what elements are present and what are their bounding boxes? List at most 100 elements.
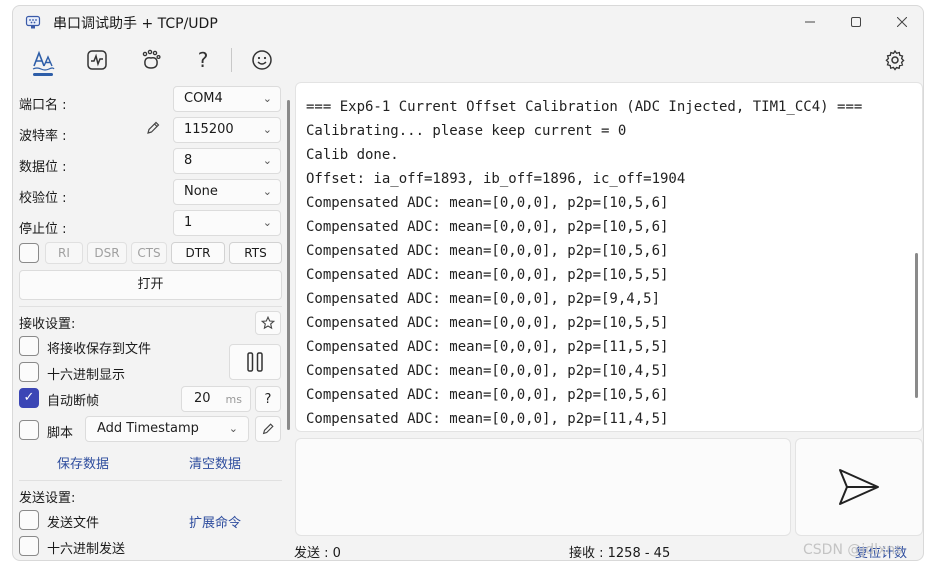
ri-indicator: RI bbox=[45, 242, 83, 264]
pin-checkbox[interactable] bbox=[19, 243, 39, 263]
parity-value: None bbox=[184, 184, 218, 199]
emoji-button[interactable] bbox=[244, 42, 280, 78]
parity-select[interactable]: None ⌄ bbox=[173, 179, 281, 205]
send-file-label: 发送文件 bbox=[47, 516, 100, 531]
port-label: 端口名 : bbox=[19, 98, 67, 113]
hex-send-label: 十六进制发送 bbox=[47, 542, 126, 557]
rts-button[interactable]: RTS bbox=[229, 242, 282, 264]
receive-line: === Exp6-1 Current Offset Calibration (A… bbox=[306, 99, 863, 115]
pause-icon bbox=[247, 352, 263, 372]
receive-line: Calib done. bbox=[306, 147, 399, 163]
hex-display-label: 十六进制显示 bbox=[47, 368, 126, 383]
send-icon bbox=[839, 469, 879, 505]
port-value: COM4 bbox=[184, 91, 223, 106]
chevron-down-icon: ⌄ bbox=[262, 92, 272, 105]
baud-value: 115200 bbox=[184, 122, 234, 137]
receive-scrollbar[interactable] bbox=[915, 253, 918, 398]
active-tab-indicator bbox=[33, 73, 53, 76]
parity-label: 校验位 : bbox=[19, 191, 67, 206]
window-title: 串口调试助手 + TCP/UDP bbox=[53, 16, 218, 32]
star-icon bbox=[261, 316, 275, 330]
frame-unit: ms bbox=[225, 393, 242, 406]
edit-pen-icon bbox=[262, 423, 274, 435]
receive-output[interactable]: === Exp6-1 Current Offset Calibration (A… bbox=[295, 82, 923, 432]
stopbits-select[interactable]: 1 ⌄ bbox=[173, 210, 281, 236]
smiley-icon bbox=[252, 50, 272, 70]
frame-help-button[interactable]: ? bbox=[255, 386, 281, 412]
chevron-down-icon: ⌄ bbox=[262, 216, 272, 229]
extend-command-link[interactable]: 扩展命令 bbox=[189, 512, 241, 531]
frame-timeout-value: 20 bbox=[194, 391, 211, 406]
save-to-file-checkbox[interactable] bbox=[19, 336, 39, 356]
hex-send-checkbox[interactable] bbox=[19, 536, 39, 556]
edit-pen-icon[interactable] bbox=[145, 120, 161, 136]
frame-timeout-input[interactable]: 20 ms bbox=[181, 386, 251, 412]
help-button[interactable]: ? bbox=[185, 42, 221, 78]
script-label: 脚本 bbox=[47, 426, 74, 441]
send-input[interactable] bbox=[295, 438, 791, 536]
toolbar: ? bbox=[13, 38, 923, 80]
title-bar: 串口调试助手 + TCP/UDP bbox=[13, 6, 923, 38]
receive-text: === Exp6-1 Current Offset Calibration (A… bbox=[306, 95, 862, 431]
settings-panel: 端口名 : COM4 ⌄ 波特率 : 115200 ⌄ 数据位 : 8 ⌄ 校验… bbox=[13, 80, 286, 560]
receive-line: Compensated ADC: mean=[0,0,0], p2p=[10,5… bbox=[306, 195, 669, 211]
close-icon bbox=[897, 17, 907, 27]
receive-line: Compensated ADC: mean=[0,0,0], p2p=[11,4… bbox=[306, 411, 669, 427]
receive-line: Compensated ADC: mean=[0,0,0], p2p=[10,5… bbox=[306, 219, 669, 235]
receive-line: Compensated ADC: mean=[0,0,0], p2p=[11,5… bbox=[306, 339, 669, 355]
receive-line: Compensated ADC: mean=[0,0,0], p2p=[10,5… bbox=[306, 267, 669, 283]
hex-display-checkbox[interactable] bbox=[19, 362, 39, 382]
stopbits-value: 1 bbox=[184, 215, 193, 230]
left-panel-scrollbar[interactable] bbox=[287, 100, 290, 430]
dsr-indicator: DSR bbox=[87, 242, 127, 264]
save-to-file-label: 将接收保存到文件 bbox=[47, 342, 152, 357]
databits-label: 数据位 : bbox=[19, 160, 67, 175]
auto-frame-checkbox[interactable]: ✓ bbox=[19, 388, 39, 408]
maximize-button[interactable] bbox=[833, 6, 879, 38]
baud-select[interactable]: 115200 ⌄ bbox=[173, 117, 281, 143]
clear-data-link[interactable]: 清空数据 bbox=[189, 453, 241, 472]
received-count: 接收 : 1258 - 45 bbox=[569, 546, 671, 561]
receive-settings-title: 接收设置: bbox=[19, 317, 76, 332]
save-data-link[interactable]: 保存数据 bbox=[57, 453, 109, 472]
script-checkbox[interactable] bbox=[19, 420, 39, 440]
databits-select[interactable]: 8 ⌄ bbox=[173, 148, 281, 174]
script-value: Add Timestamp bbox=[97, 421, 199, 436]
chevron-down-icon: ⌄ bbox=[262, 185, 272, 198]
settings-button[interactable] bbox=[877, 42, 913, 78]
baud-label: 波特率 : bbox=[19, 129, 67, 144]
help-icon: ? bbox=[197, 48, 209, 72]
maximize-icon bbox=[851, 17, 861, 27]
script-edit-button[interactable] bbox=[255, 416, 281, 442]
receive-line: Compensated ADC: mean=[0,0,0], p2p=[10,4… bbox=[306, 363, 669, 379]
divider bbox=[19, 306, 282, 307]
close-button[interactable] bbox=[879, 6, 923, 38]
waveform-button[interactable] bbox=[79, 42, 115, 78]
send-settings-title: 发送设置: bbox=[19, 491, 76, 506]
font-icon bbox=[32, 50, 55, 71]
divider bbox=[19, 480, 282, 481]
receive-line: Compensated ADC: mean=[0,0,0], p2p=[10,5… bbox=[306, 315, 669, 331]
databits-value: 8 bbox=[184, 153, 193, 168]
minimize-icon bbox=[805, 21, 815, 23]
dtr-button[interactable]: DTR bbox=[171, 242, 225, 264]
send-button[interactable] bbox=[795, 438, 923, 536]
cts-indicator: CTS bbox=[131, 242, 167, 264]
minimize-button[interactable] bbox=[787, 6, 833, 38]
toolbar-divider bbox=[231, 48, 232, 72]
receive-line: Offset: ia_off=1893, ib_off=1896, ic_off… bbox=[306, 171, 686, 187]
gear-icon bbox=[885, 49, 905, 71]
script-select[interactable]: Add Timestamp ⌄ bbox=[85, 416, 249, 442]
plugin-button[interactable] bbox=[133, 42, 169, 78]
port-select[interactable]: COM4 ⌄ bbox=[173, 86, 281, 112]
chevron-down-icon: ⌄ bbox=[262, 123, 272, 136]
serial-port-icon bbox=[25, 15, 41, 29]
app-window: 串口调试助手 + TCP/UDP ? 端口名: COM4 ⌄ 波特率: 11… bbox=[12, 5, 924, 561]
chevron-down-icon: ⌄ bbox=[228, 422, 238, 435]
open-port-button[interactable]: 打开 bbox=[19, 270, 282, 300]
receive-line: Compensated ADC: mean=[0,0,0], p2p=[10,5… bbox=[306, 387, 669, 403]
favorite-button[interactable] bbox=[255, 311, 281, 335]
paw-icon bbox=[142, 49, 161, 69]
send-file-checkbox[interactable] bbox=[19, 510, 39, 530]
pause-button[interactable] bbox=[229, 344, 281, 380]
